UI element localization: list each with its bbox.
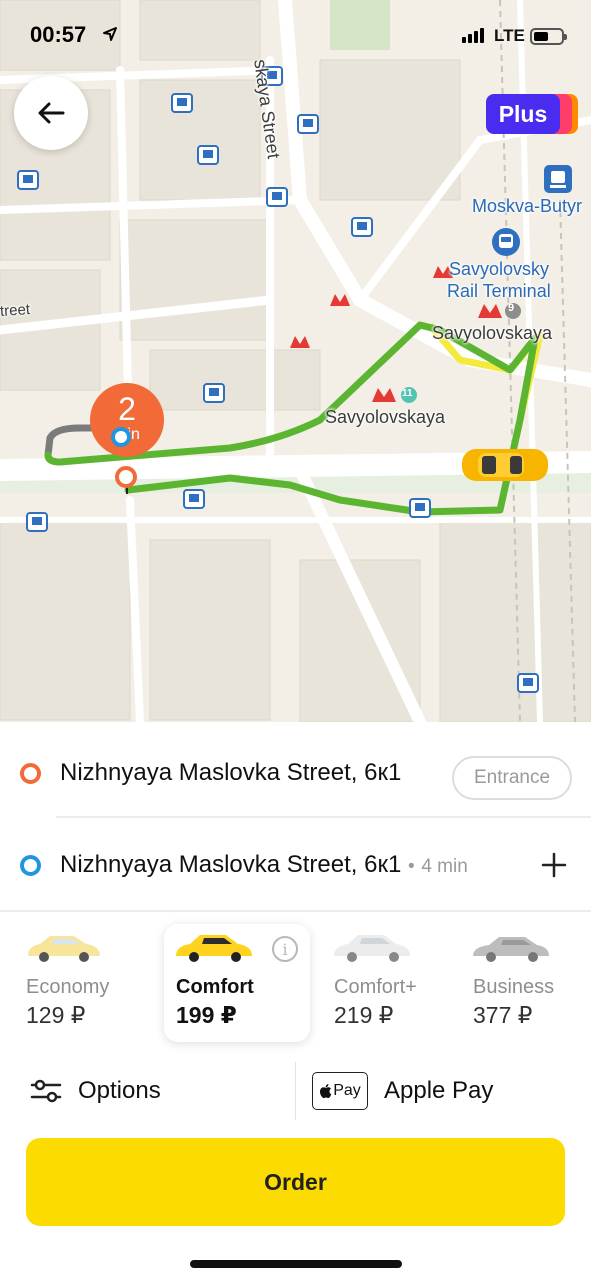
duration-separator: • <box>408 856 415 877</box>
comfort-car-icon <box>176 935 252 962</box>
entrance-button[interactable]: Entrance <box>452 756 572 800</box>
map-label-metro-11: Savyolovskaya <box>325 407 446 427</box>
address-divider <box>56 816 591 818</box>
sliders-icon <box>30 1079 62 1103</box>
tariff-selector: Economy 129 ₽ i Comfort 199 ₽ Comfort+ 2… <box>0 924 591 1054</box>
options-label: Options <box>78 1077 161 1104</box>
taxi-car-icon <box>462 449 548 481</box>
comfort-plus-car-icon <box>334 935 410 962</box>
network-type: LTE <box>494 26 525 45</box>
plus-label: Plus <box>486 94 560 134</box>
eta-value: 2 <box>118 391 136 427</box>
location-arrow-icon <box>103 27 117 41</box>
info-icon[interactable]: i <box>272 936 298 962</box>
tariff-price: 129 ₽ <box>26 1002 86 1028</box>
tariff-name: Comfort+ <box>334 976 417 998</box>
car-body <box>473 937 549 956</box>
destination-address-row[interactable]: Nizhnyaya Maslovka Street, 6к1 • 4 min <box>0 820 591 910</box>
options-payment-row: Options Pay Apple Pay <box>0 1056 591 1126</box>
payment-label: Apple Pay <box>384 1077 494 1104</box>
options-divider <box>295 1062 296 1120</box>
add-stop-icon[interactable] <box>540 851 568 879</box>
apple-pay-badge-text: Pay <box>333 1082 361 1099</box>
metro-line-9-number: 9 <box>508 302 515 314</box>
metro-line-11-number: 11 <box>402 388 413 399</box>
plus-badge[interactable]: Plus <box>486 94 578 134</box>
map-label-metro-9: Savyolovskaya <box>432 323 553 343</box>
tariff-economy[interactable]: Economy 129 ₽ <box>14 924 160 1042</box>
pickup-dot-icon <box>20 762 41 784</box>
map-view[interactable]: 9 11 skaya Street treet Moskva-Butyr Sav… <box>0 0 591 722</box>
tariff-comfort-plus[interactable]: Comfort+ 219 ₽ <box>322 924 468 1042</box>
tariff-price: 219 ₽ <box>334 1002 394 1028</box>
tariff-price: 377 ₽ <box>473 1002 533 1028</box>
home-indicator <box>190 1260 402 1268</box>
status-time: 00:57 <box>30 22 87 47</box>
apple-logo-icon <box>320 1084 332 1099</box>
options-button[interactable]: Options <box>30 1056 161 1126</box>
business-car-icon <box>473 937 549 962</box>
pickup-address-row[interactable]: Nizhnyaya Maslovka Street, 6к1 Entrance <box>0 728 591 818</box>
tariff-name: Business <box>473 976 555 998</box>
pickup-address: Nizhnyaya Maslovka Street, 6к1 <box>60 759 402 786</box>
rail-terminal-icon <box>492 228 520 256</box>
destination-dot-icon <box>20 854 41 876</box>
section-divider <box>0 910 591 912</box>
order-sheet: Nizhnyaya Maslovka Street, 6к1 Entrance … <box>0 722 591 1280</box>
tariff-comfort[interactable]: i Comfort 199 ₽ <box>164 924 310 1042</box>
tariff-price: 199 ₽ <box>176 1002 237 1028</box>
map-label-street-left: treet <box>0 300 31 321</box>
map-label-rail-terminal-line2: Rail Terminal <box>447 281 551 301</box>
payment-method-button[interactable]: Pay Apple Pay <box>312 1056 493 1126</box>
back-button[interactable] <box>14 76 88 150</box>
trip-duration: 4 min <box>421 856 468 877</box>
order-button[interactable]: Order <box>26 1138 565 1226</box>
map-label-moskva-butyr: Moskva-Butyr <box>472 196 583 216</box>
apple-pay-badge: Pay <box>312 1072 368 1110</box>
train-station-icon <box>544 165 572 193</box>
destination-address: Nizhnyaya Maslovka Street, 6к1 <box>60 851 402 878</box>
destination-marker-icon <box>111 427 131 447</box>
tariff-business[interactable]: Business 377 ₽ <box>461 924 591 1042</box>
map-label-rail-terminal-line1: Savyolovsky <box>449 259 550 279</box>
tariff-name: Economy <box>26 976 110 998</box>
economy-car-icon <box>28 936 100 962</box>
arrow-left-icon <box>38 102 65 124</box>
tariff-name: Comfort <box>176 976 254 998</box>
battery-icon <box>530 28 567 45</box>
destination-text: Nizhnyaya Maslovka Street, 6к1 • 4 min <box>60 851 468 879</box>
status-bar: 00:57 LTE <box>0 0 591 70</box>
signal-icon <box>462 28 484 43</box>
